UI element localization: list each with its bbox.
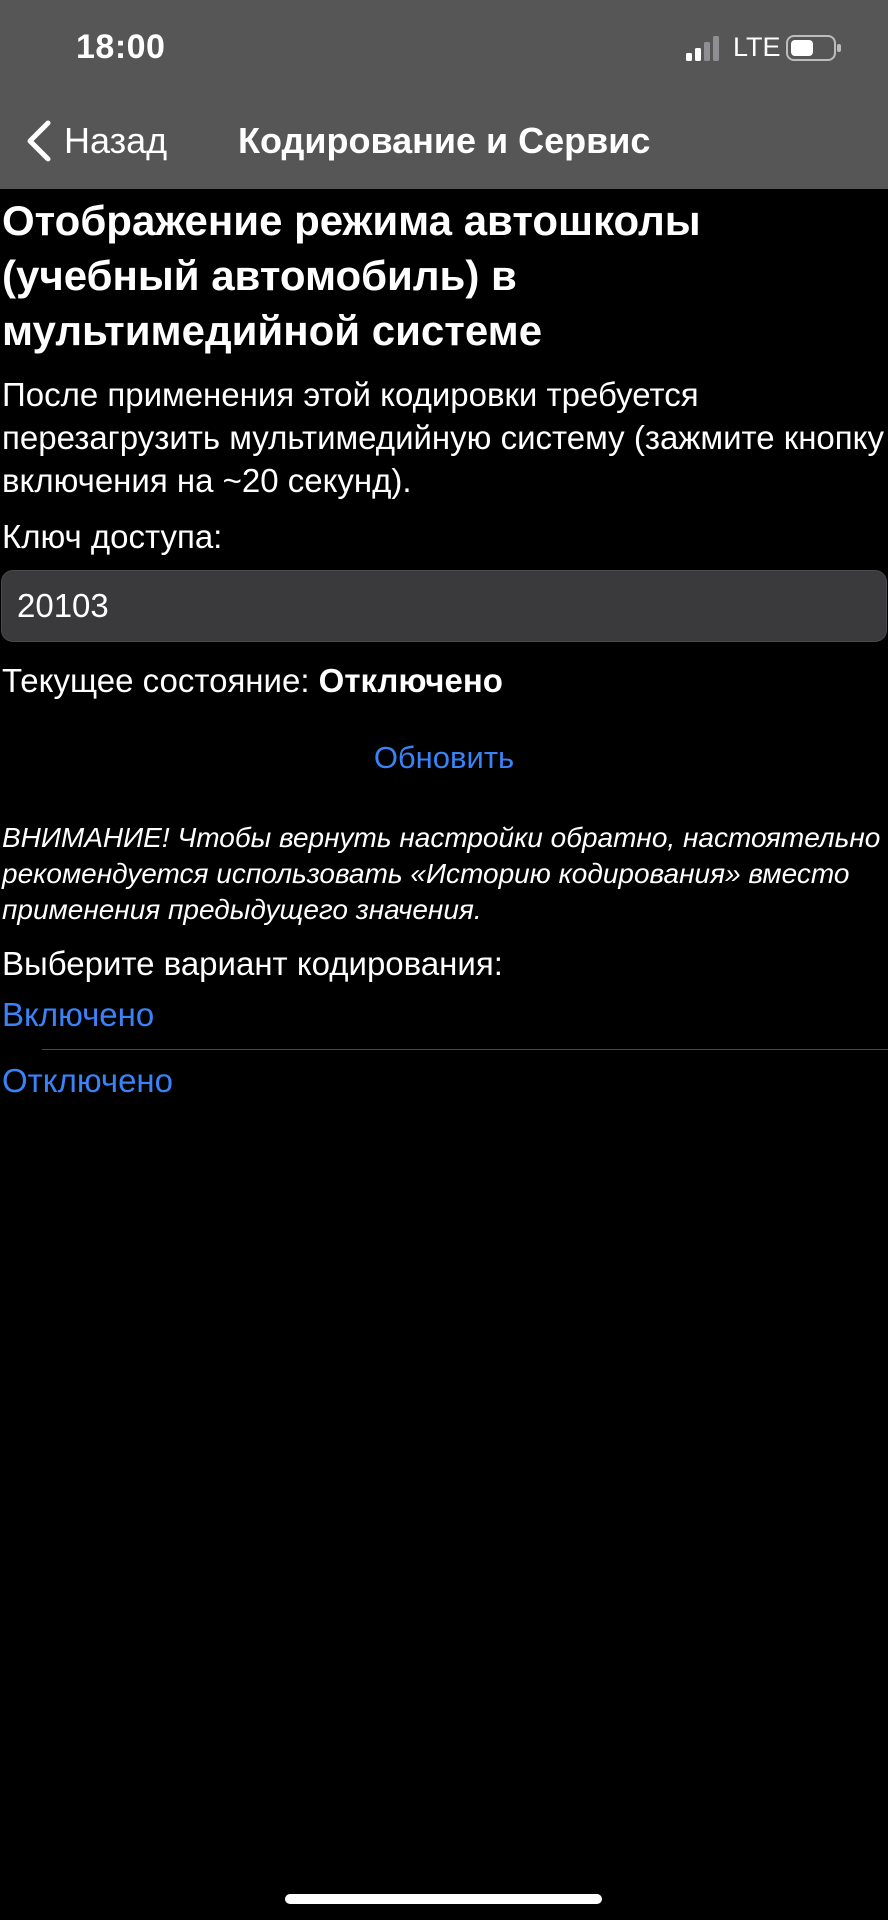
status-time: 18:00 [76, 28, 166, 66]
access-key-label: Ключ доступа: [2, 518, 223, 555]
network-type: LTE [733, 32, 781, 62]
battery-icon [786, 35, 841, 61]
refresh-button[interactable]: Обновить [0, 740, 888, 776]
description-text: После применения этой кодировки требуетс… [2, 376, 884, 499]
back-button[interactable]: Назад [24, 116, 167, 166]
choose-option-label: Выберите вариант кодирования: [2, 945, 503, 982]
navigation-bar: 18:00 LTE Назад Кодирование и Сервис [0, 0, 888, 189]
back-label: Назад [64, 120, 168, 161]
chevron-left-icon [27, 120, 51, 162]
current-state-value: Отключено [318, 662, 503, 699]
access-key-input[interactable] [1, 570, 887, 642]
page-title: Отображение режима автошколы (учебный ав… [2, 197, 701, 354]
home-indicator[interactable] [285, 1894, 602, 1904]
nav-title: Кодирование и Сервис [238, 120, 651, 161]
option-disabled[interactable]: Отключено [0, 1062, 888, 1100]
warning-text: ВНИМАНИЕ! Чтобы вернуть настройки обратн… [2, 822, 881, 925]
signal-bars-icon [686, 36, 719, 61]
option-enabled-label: Включено [2, 996, 155, 1033]
current-state-label: Текущее состояние: [2, 662, 310, 699]
current-state: Текущее состояние: Отключено [2, 659, 503, 702]
option-enabled[interactable]: Включено [0, 996, 888, 1034]
option-disabled-label: Отключено [2, 1062, 173, 1099]
option-divider [42, 1049, 888, 1050]
